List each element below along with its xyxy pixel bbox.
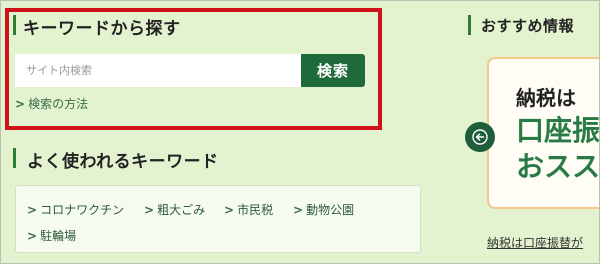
keyword-label: 粗大ごみ — [157, 203, 206, 217]
chevron-right-icon: > — [27, 203, 38, 217]
carousel-prev-button[interactable] — [465, 122, 495, 152]
banner-text-line: 口座振 — [516, 114, 600, 147]
chevron-right-icon: > — [27, 229, 38, 243]
keyword-link[interactable]: > 動物公園 — [293, 201, 354, 218]
banner-text-line: 納税は — [516, 86, 576, 110]
keyword-link[interactable]: > 粗大ごみ — [144, 201, 205, 218]
chevron-right-icon: > — [144, 203, 155, 217]
recommend-section-heading: おすすめ情報 — [481, 17, 575, 35]
heading-accent-bar — [13, 148, 16, 168]
highlight-box — [5, 8, 382, 130]
chevron-right-icon: > — [224, 203, 235, 217]
keyword-label: 動物公園 — [306, 203, 355, 217]
keyword-label: 市民税 — [237, 203, 274, 217]
heading-accent-bar — [468, 15, 471, 35]
keyword-link[interactable]: > 駐輪場 — [27, 227, 76, 244]
recommend-caption-link[interactable]: 納税は口座振替が — [487, 234, 583, 251]
keyword-label: コロナワクチン — [40, 203, 125, 217]
page-frame: キーワードから探す 検索 >検索の方法 よく使われるキーワード >コロナワクチン… — [0, 0, 600, 264]
recommend-banner[interactable]: 納税は 口座振 おスス — [487, 57, 600, 209]
keyword-label: 駐輪場 — [40, 229, 77, 243]
keyword-link[interactable]: > 市民税 — [224, 201, 273, 218]
banner-text-line: おスス — [516, 150, 600, 183]
chevron-right-icon: > — [293, 203, 304, 217]
keywords-section-heading: よく使われるキーワード — [27, 152, 219, 172]
keyword-link[interactable]: > コロナワクチン — [27, 201, 124, 218]
arrow-left-icon — [472, 129, 488, 145]
